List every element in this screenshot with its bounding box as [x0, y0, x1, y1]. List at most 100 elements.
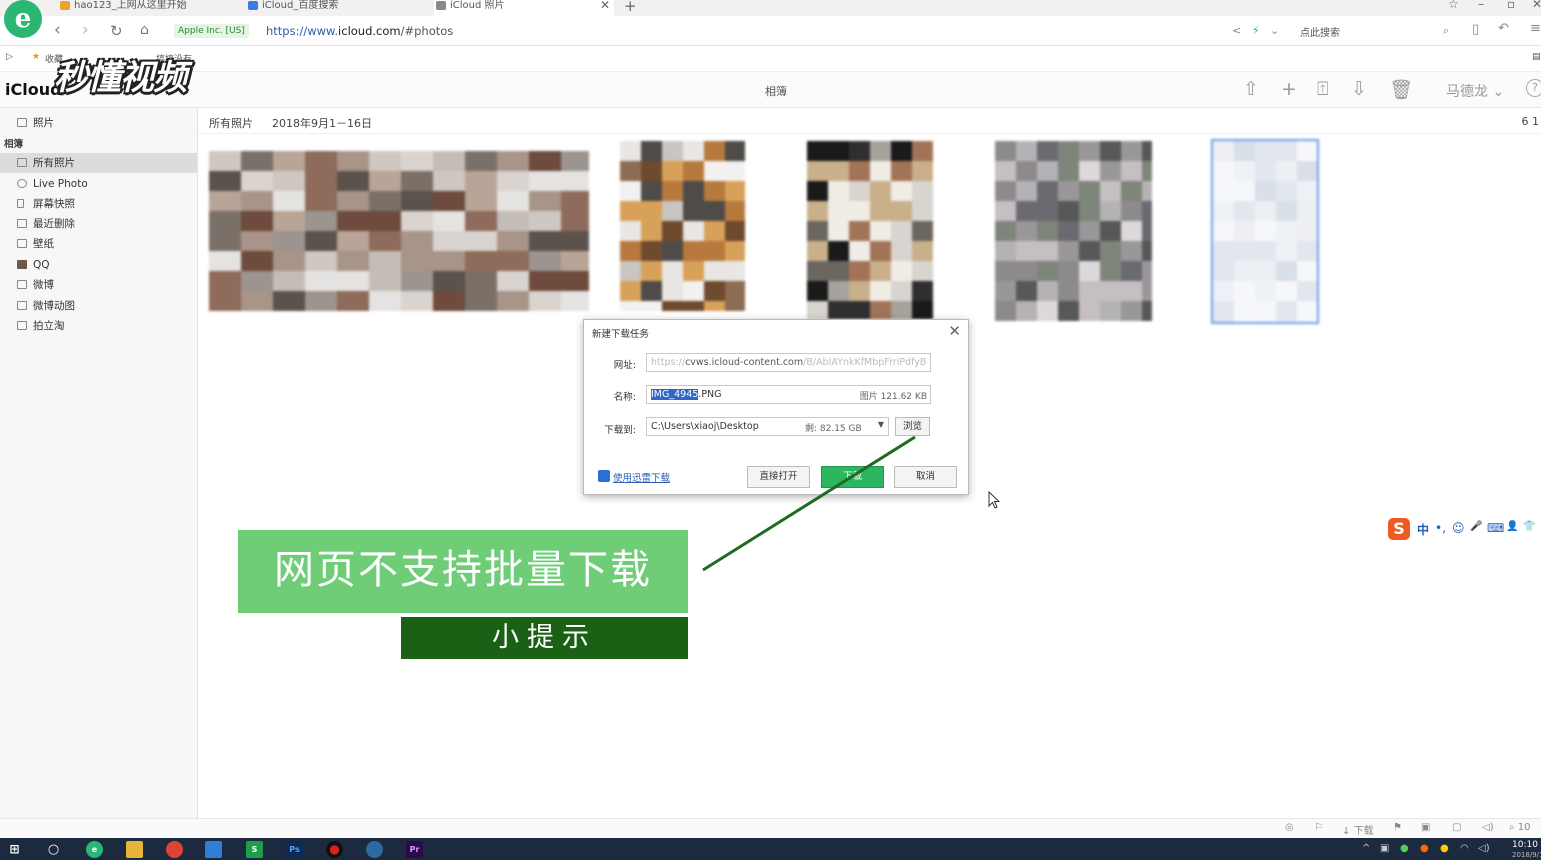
ime-voice-icon[interactable]: 🎤: [1470, 521, 1482, 532]
dropdown-icon[interactable]: ⌄: [1270, 24, 1279, 37]
trash-icon[interactable]: 🗑: [1389, 78, 1413, 101]
tab-icloud-photos[interactable]: iCloud 照片: [434, 0, 614, 16]
new-tab-icon[interactable]: +: [624, 0, 637, 15]
home-icon[interactable]: ⌂: [140, 22, 149, 38]
close-icon[interactable]: ✕: [948, 322, 961, 340]
tablet-icon[interactable]: ▯: [1472, 22, 1479, 37]
tab-close-icon[interactable]: ✕: [600, 0, 610, 12]
sidebar-item-wallpaper[interactable]: 壁纸: [0, 234, 197, 254]
sidebar-item-qq[interactable]: QQ: [0, 255, 197, 275]
tray-icon[interactable]: ●: [1440, 843, 1449, 854]
restore-icon[interactable]: ▫: [1507, 0, 1515, 11]
windows-start-icon[interactable]: ⊞: [6, 841, 23, 858]
ime-punctuation-icon[interactable]: •,: [1435, 521, 1446, 535]
file-name-input[interactable]: IMG_4945.PNG 图片 121.62 KB: [646, 385, 931, 404]
speed-mode-icon[interactable]: ⚡: [1252, 24, 1260, 37]
user-menu[interactable]: 马德龙 ⌄: [1446, 81, 1504, 101]
download-manager[interactable]: ↓ 下载: [1342, 822, 1374, 837]
search-icon[interactable]: ⌕: [1443, 24, 1449, 38]
search-input[interactable]: 点此搜索 ⌕: [1290, 21, 1455, 41]
photo-thumbnail[interactable]: [807, 141, 933, 319]
premiere-icon[interactable]: Pr: [406, 841, 423, 858]
thumbnail-pixel: [1037, 241, 1058, 261]
sogou-logo-icon[interactable]: S: [1388, 518, 1410, 540]
photo-thumbnail[interactable]: [620, 141, 745, 311]
thumbnail-pixel: [561, 271, 589, 291]
search-icon[interactable]: ○: [45, 841, 62, 858]
download-button[interactable]: 下载: [821, 466, 884, 488]
status-icon[interactable]: ▣: [1421, 822, 1430, 833]
menu-icon[interactable]: ≡: [1530, 21, 1541, 36]
thumbnail-pixel: [870, 261, 891, 281]
record-icon[interactable]: ●: [326, 841, 343, 858]
back-icon[interactable]: ‹: [54, 20, 61, 40]
browser-taskbar-icon[interactable]: e: [86, 841, 103, 858]
taskbar-clock[interactable]: 10:102018/9/16: [1512, 840, 1541, 860]
photoshop-icon[interactable]: Ps: [286, 841, 303, 858]
xunlei-download-link[interactable]: 使用迅雷下载: [598, 470, 670, 484]
status-icon[interactable]: ◎: [1285, 822, 1294, 833]
thumbnail-pixel: [1276, 261, 1297, 281]
status-icon[interactable]: ⚐: [1314, 822, 1323, 833]
download-url-field[interactable]: https://cvws.icloud-content.com/B/AbIAYn…: [646, 353, 931, 372]
tab-baidu-search[interactable]: iCloud_百度搜索: [246, 0, 422, 16]
download-path-select[interactable]: C:\Users\xiaoj\Desktop 剩: 82.15 GB ▼: [646, 417, 889, 436]
tray-expand-icon[interactable]: ^: [1362, 843, 1370, 854]
tray-icon[interactable]: ●: [1420, 843, 1429, 854]
thumbnail-pixel: [1037, 161, 1058, 181]
share-icon[interactable]: <: [1232, 24, 1241, 37]
app-icon[interactable]: [366, 841, 383, 858]
share-icon[interactable]: ⍐: [1317, 78, 1328, 100]
photo-thumbnail[interactable]: [209, 151, 589, 311]
sidebar-item-recently-deleted[interactable]: 最近删除: [0, 214, 197, 234]
cancel-button[interactable]: 取消: [894, 466, 957, 488]
sidebar-item-weibo-gif[interactable]: 微博动图: [0, 296, 197, 316]
ime-chinese-mode[interactable]: 中: [1417, 521, 1429, 538]
skin-icon[interactable]: ☆: [1448, 0, 1459, 11]
upload-icon[interactable]: ⇧: [1243, 78, 1259, 100]
download-icon[interactable]: ⇩: [1351, 78, 1367, 100]
sidebar-item-all-photos[interactable]: 所有照片: [0, 153, 197, 173]
thumbnail-pixel: [662, 301, 683, 311]
chrome-icon[interactable]: [166, 841, 183, 858]
thumbnail-pixel: [891, 181, 912, 201]
ime-skin-icon[interactable]: 👕: [1523, 521, 1535, 532]
reload-icon[interactable]: ↻: [110, 22, 123, 40]
close-window-icon[interactable]: ✕: [1532, 0, 1541, 11]
photo-thumbnail[interactable]: [995, 141, 1152, 321]
zoom-indicator[interactable]: ⌕ 10: [1509, 822, 1531, 833]
photo-thumbnail-selected[interactable]: [1211, 139, 1319, 324]
ime-user-icon[interactable]: 👤: [1506, 521, 1518, 532]
add-icon[interactable]: +: [1281, 78, 1297, 100]
undo-icon[interactable]: ↶: [1498, 21, 1509, 36]
volume-icon[interactable]: ◁): [1478, 843, 1490, 854]
app-icon[interactable]: [205, 841, 222, 858]
sidebar-item-live-photo[interactable]: Live Photo: [0, 174, 197, 194]
browser-logo[interactable]: e: [4, 0, 42, 38]
sidebar-item-photos[interactable]: 照片: [0, 113, 197, 133]
ime-emoji-icon[interactable]: ☺: [1452, 521, 1465, 535]
thumbnail-pixel: [1121, 221, 1142, 241]
sidebar-item-pailitao[interactable]: 拍立淘: [0, 316, 197, 336]
open-directly-button[interactable]: 直接打开: [747, 466, 810, 488]
status-icon[interactable]: ▢: [1452, 822, 1461, 833]
status-icon[interactable]: ⚑: [1393, 822, 1402, 833]
url-input[interactable]: Apple Inc. [US] https://www.icloud.com/#…: [172, 21, 1222, 41]
minimize-icon[interactable]: –: [1478, 0, 1484, 11]
app-icon[interactable]: S: [246, 841, 263, 858]
forward-icon[interactable]: ›: [82, 20, 89, 40]
sidebar-toggle-icon[interactable]: ▷: [6, 52, 13, 62]
sidebar-item-screenshots[interactable]: 屏幕快照: [0, 194, 197, 214]
ime-keyboard-icon[interactable]: ⌨: [1487, 521, 1504, 535]
tray-icon[interactable]: ▣: [1380, 843, 1389, 854]
wechat-tray-icon[interactable]: ●: [1400, 843, 1409, 854]
tab-hao123[interactable]: hao123_上网从这里开始: [58, 0, 196, 16]
help-icon[interactable]: ?: [1526, 79, 1541, 97]
browse-button[interactable]: 浏览: [895, 417, 930, 436]
file-explorer-icon[interactable]: [126, 841, 143, 858]
wifi-icon[interactable]: ◠: [1460, 843, 1469, 854]
volume-icon[interactable]: ◁): [1482, 822, 1494, 833]
chevron-down-icon[interactable]: ▼: [878, 420, 884, 429]
bookmark-more-icon[interactable]: ▤: [1532, 52, 1541, 62]
sidebar-item-weibo[interactable]: 微博: [0, 275, 197, 295]
